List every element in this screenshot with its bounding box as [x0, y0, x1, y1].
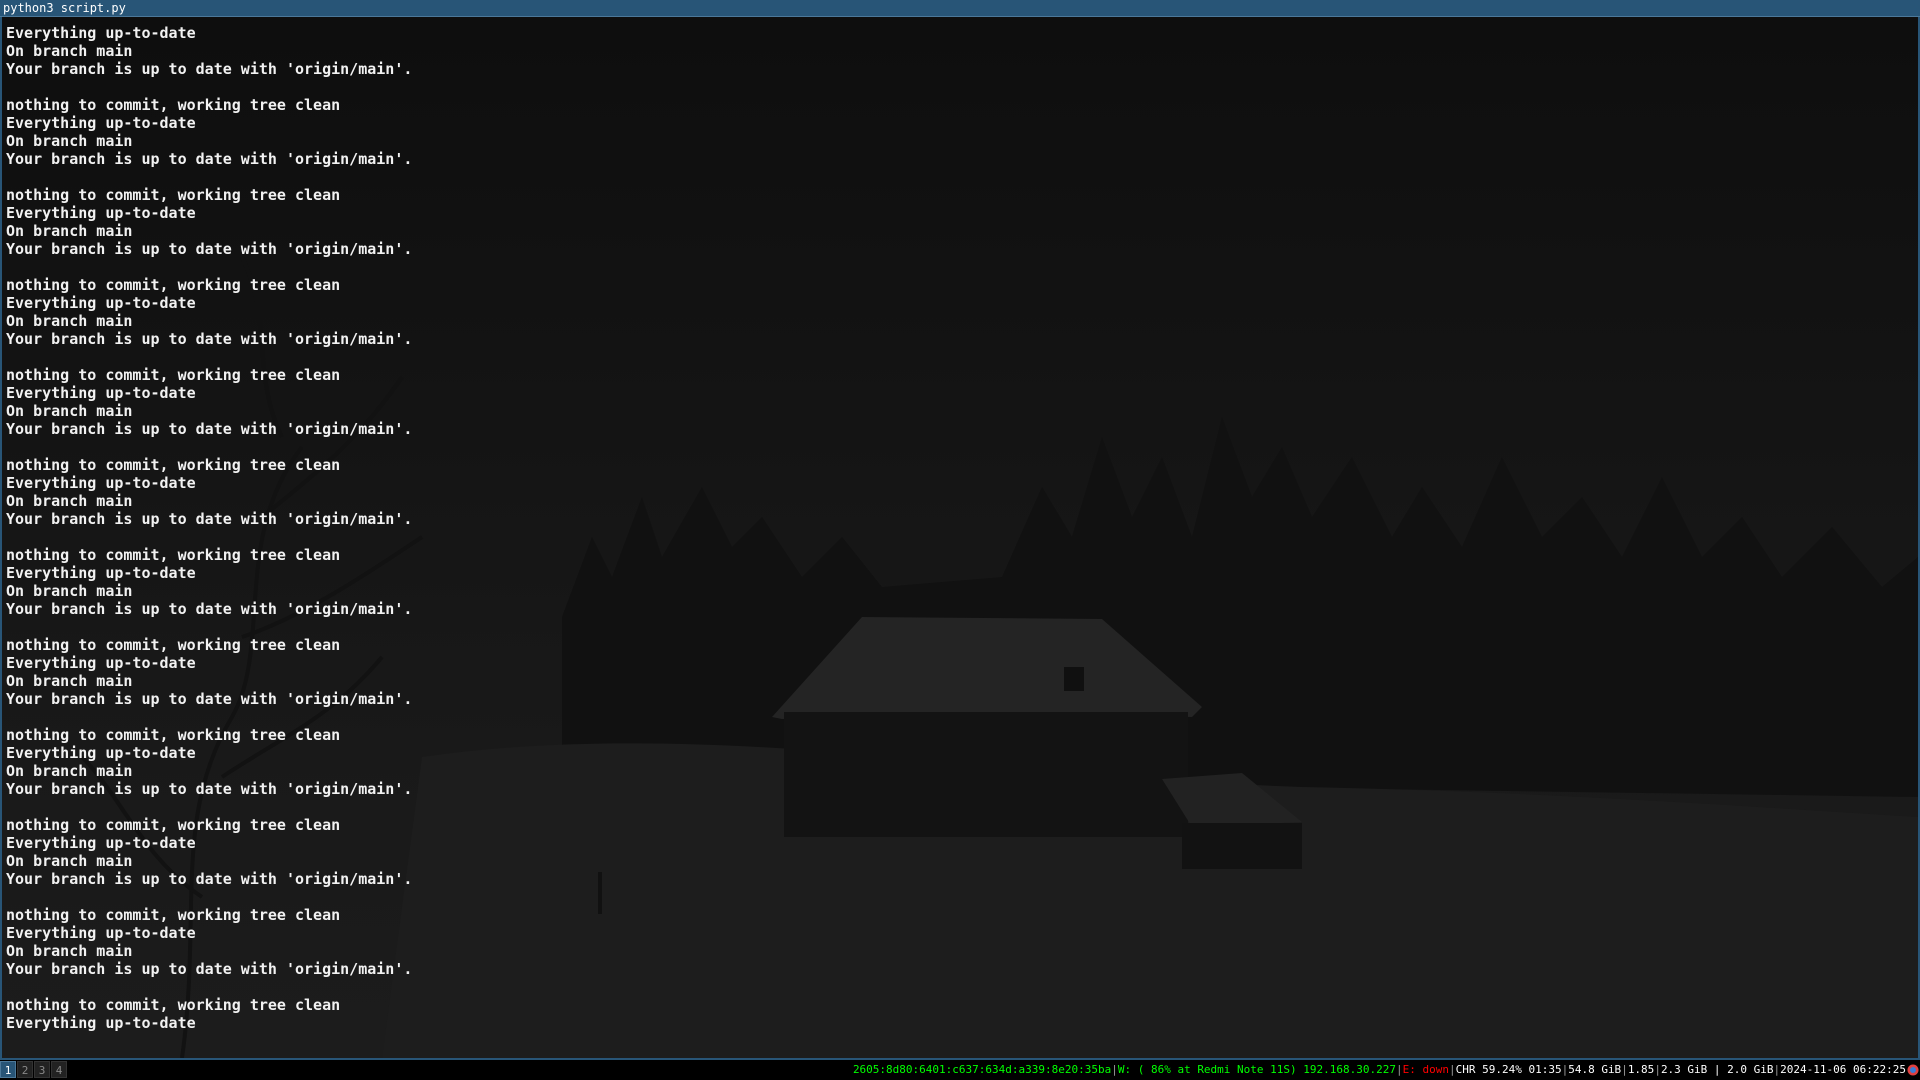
- workspace-button-2[interactable]: 2: [17, 1061, 33, 1078]
- terminal-line: Everything up-to-date: [6, 924, 196, 942]
- terminal-line: On branch main: [6, 222, 133, 240]
- terminal-line: nothing to commit, working tree clean: [6, 276, 341, 294]
- terminal-line: Your branch is up to date with 'origin/m…: [6, 960, 413, 978]
- window-title: python3 script.py: [3, 1, 126, 15]
- terminal-line: On branch main: [6, 312, 133, 330]
- terminal-line: Your branch is up to date with 'origin/m…: [6, 780, 413, 798]
- battery-status: CHR 59.24% 01:35: [1455, 1063, 1562, 1076]
- terminal-line: On branch main: [6, 42, 133, 60]
- terminal-line: nothing to commit, working tree clean: [6, 996, 341, 1014]
- terminal-line: nothing to commit, working tree clean: [6, 456, 341, 474]
- terminal-line: nothing to commit, working tree clean: [6, 636, 341, 654]
- terminal-line: Everything up-to-date: [6, 654, 196, 672]
- terminal-line: Everything up-to-date: [6, 474, 196, 492]
- load-status: 1.85: [1627, 1063, 1655, 1076]
- terminal-line: Your branch is up to date with 'origin/m…: [6, 240, 413, 258]
- terminal-line: On branch main: [6, 762, 133, 780]
- terminal-line: On branch main: [6, 402, 133, 420]
- terminal-line: Your branch is up to date with 'origin/m…: [6, 420, 413, 438]
- terminal-line: Your branch is up to date with 'origin/m…: [6, 330, 413, 348]
- tray-app-icon[interactable]: [1907, 1064, 1919, 1076]
- terminal-line: nothing to commit, working tree clean: [6, 96, 341, 114]
- terminal-line: Everything up-to-date: [6, 744, 196, 762]
- terminal-line: On branch main: [6, 672, 133, 690]
- clock: 2024-11-06 06:22:25: [1780, 1063, 1906, 1076]
- ethernet-status: E: down: [1402, 1063, 1449, 1076]
- terminal-line: nothing to commit, working tree clean: [6, 726, 341, 744]
- terminal-line: On branch main: [6, 942, 133, 960]
- terminal-line: nothing to commit, working tree clean: [6, 816, 341, 834]
- terminal-line: Everything up-to-date: [6, 384, 196, 402]
- workspace-button-3[interactable]: 3: [34, 1061, 50, 1078]
- terminal-line: Everything up-to-date: [6, 564, 196, 582]
- terminal-line: Your branch is up to date with 'origin/m…: [6, 870, 413, 888]
- window-titlebar[interactable]: python3 script.py: [0, 0, 1920, 17]
- terminal-line: nothing to commit, working tree clean: [6, 906, 341, 924]
- desktop: python3 script.py Everything up-to-date …: [0, 0, 1920, 1080]
- terminal-line: Everything up-to-date: [6, 834, 196, 852]
- terminal-line: On branch main: [6, 852, 133, 870]
- system-status: 2605:8d80:6401:c637:634d:a339:8e20:35ba|…: [852, 1063, 1906, 1076]
- terminal-line: Everything up-to-date: [6, 24, 196, 42]
- status-bar: 1234 2605:8d80:6401:c637:634d:a339:8e20:…: [0, 1060, 1920, 1080]
- terminal-line: Everything up-to-date: [6, 294, 196, 312]
- memory-status: 2.3 GiB | 2.0 GiB: [1660, 1063, 1774, 1076]
- terminal-line: Your branch is up to date with 'origin/m…: [6, 150, 413, 168]
- wireless-status: W: ( 86% at Redmi Note 11S) 192.168.30.2…: [1117, 1063, 1396, 1076]
- terminal-line: Everything up-to-date: [6, 114, 196, 132]
- terminal-line: On branch main: [6, 132, 133, 150]
- terminal-line: On branch main: [6, 492, 133, 510]
- terminal-line: Your branch is up to date with 'origin/m…: [6, 60, 413, 78]
- terminal-line: Your branch is up to date with 'origin/m…: [6, 690, 413, 708]
- terminal-line: nothing to commit, working tree clean: [6, 366, 341, 384]
- workspace-button-4[interactable]: 4: [51, 1061, 67, 1078]
- workspace-switcher: 1234: [0, 1061, 68, 1078]
- terminal-line: nothing to commit, working tree clean: [6, 546, 341, 564]
- terminal-output[interactable]: Everything up-to-date On branch main Your …: [6, 24, 1906, 1032]
- ipv6-address: 2605:8d80:6401:c637:634d:a339:8e20:35ba: [852, 1063, 1112, 1076]
- terminal-line: Your branch is up to date with 'origin/m…: [6, 510, 413, 528]
- terminal-line: On branch main: [6, 582, 133, 600]
- terminal-line: Everything up-to-date: [6, 204, 196, 222]
- disk-status: 54.8 GiB: [1568, 1063, 1622, 1076]
- terminal-line: Your branch is up to date with 'origin/m…: [6, 600, 413, 618]
- terminal-window[interactable]: Everything up-to-date On branch main Your …: [0, 17, 1920, 1060]
- terminal-line: Everything up-to-date: [6, 1014, 196, 1032]
- workspace-button-1[interactable]: 1: [0, 1061, 16, 1078]
- terminal-line: nothing to commit, working tree clean: [6, 186, 341, 204]
